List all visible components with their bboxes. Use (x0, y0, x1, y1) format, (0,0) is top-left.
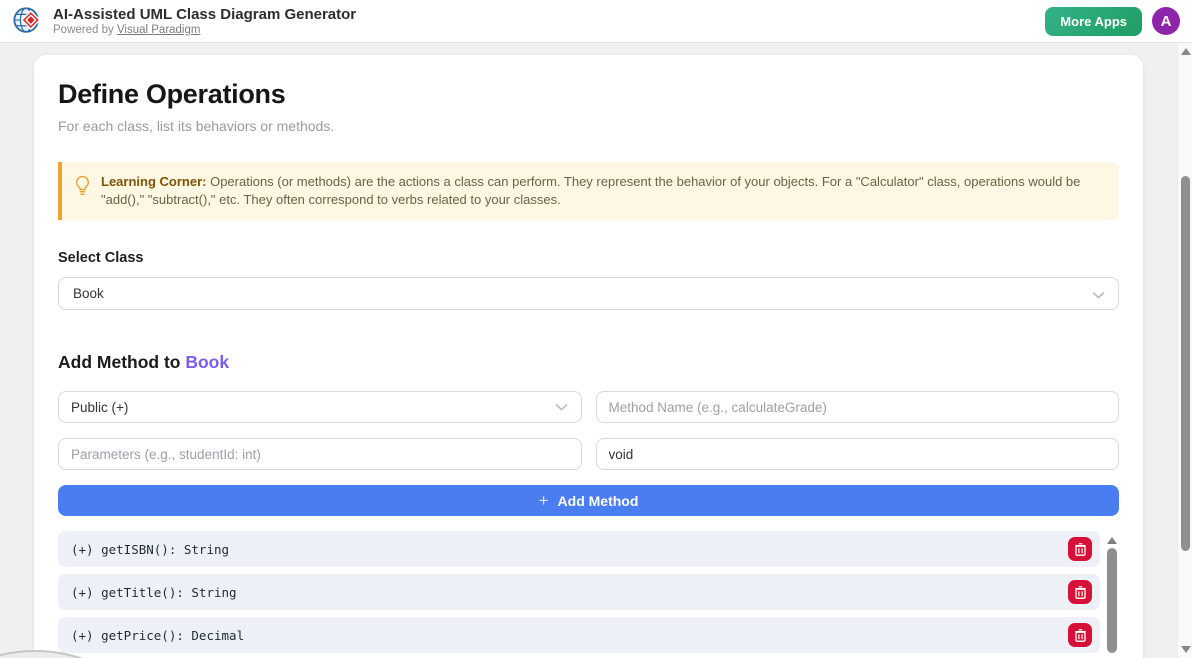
chevron-down-icon (555, 403, 568, 411)
learning-corner-callout: Learning Corner: Operations (or methods)… (58, 162, 1119, 220)
app-title: AI-Assisted UML Class Diagram Generator (53, 6, 356, 23)
page-scrollbar[interactable] (1177, 43, 1192, 658)
chevron-down-icon (1092, 291, 1105, 299)
scroll-up-arrow-icon[interactable] (1107, 537, 1117, 544)
class-select-value: Book (73, 286, 104, 301)
select-class-label: Select Class (58, 250, 1119, 266)
trash-icon (1075, 586, 1086, 599)
method-name-input[interactable] (596, 391, 1120, 423)
trash-icon (1075, 629, 1086, 642)
scroll-up-arrow-icon[interactable] (1181, 48, 1191, 55)
method-signature: (+) getISBN(): String (71, 542, 229, 557)
delete-method-button[interactable] (1068, 580, 1092, 604)
return-type-input[interactable] (596, 438, 1120, 470)
app-header: AI-Assisted UML Class Diagram Generator … (0, 0, 1192, 43)
methods-section: (+) getISBN(): String (+) getTitle(): St… (58, 531, 1119, 658)
visibility-select[interactable]: Public (+) (58, 391, 582, 423)
add-method-class-name: Book (185, 352, 229, 372)
visibility-select-value: Public (+) (71, 400, 128, 415)
class-select[interactable]: Book (58, 277, 1119, 310)
main-card: Define Operations For each class, list i… (34, 55, 1143, 658)
add-method-heading: Add Method to Book (58, 352, 1119, 373)
learning-corner-text: Learning Corner: Operations (or methods)… (101, 173, 1105, 209)
plus-icon: + (539, 492, 549, 509)
more-apps-button[interactable]: More Apps (1045, 7, 1142, 36)
methods-list: (+) getISBN(): String (+) getTitle(): St… (58, 531, 1100, 658)
avatar[interactable]: A (1152, 7, 1180, 35)
method-row: (+) getTitle(): String (58, 574, 1100, 610)
learning-corner-label: Learning Corner: (101, 174, 206, 189)
method-row: (+) getISBN(): String (58, 531, 1100, 567)
method-row: (+) getPrice(): Decimal (58, 617, 1100, 653)
page-scrollbar-thumb[interactable] (1181, 176, 1190, 551)
method-signature: (+) getTitle(): String (71, 585, 237, 600)
visual-paradigm-link[interactable]: Visual Paradigm (117, 24, 201, 36)
add-method-form: Public (+) (58, 391, 1119, 470)
powered-by: Powered by Visual Paradigm (53, 23, 356, 37)
delete-method-button[interactable] (1068, 623, 1092, 647)
scroll-down-arrow-icon[interactable] (1181, 646, 1191, 653)
delete-method-button[interactable] (1068, 537, 1092, 561)
trash-icon (1075, 543, 1086, 556)
parameters-input[interactable] (58, 438, 582, 470)
app-logo-icon (12, 5, 44, 37)
methods-scrollbar[interactable] (1105, 531, 1119, 658)
lightbulb-icon (74, 175, 91, 196)
add-method-button[interactable]: + Add Method (58, 485, 1119, 516)
methods-scrollbar-thumb[interactable] (1107, 548, 1117, 653)
add-method-button-label: Add Method (558, 493, 639, 509)
method-signature: (+) getPrice(): Decimal (71, 628, 244, 643)
page-subtitle: For each class, list its behaviors or me… (58, 118, 1119, 134)
page-title: Define Operations (58, 79, 1119, 110)
